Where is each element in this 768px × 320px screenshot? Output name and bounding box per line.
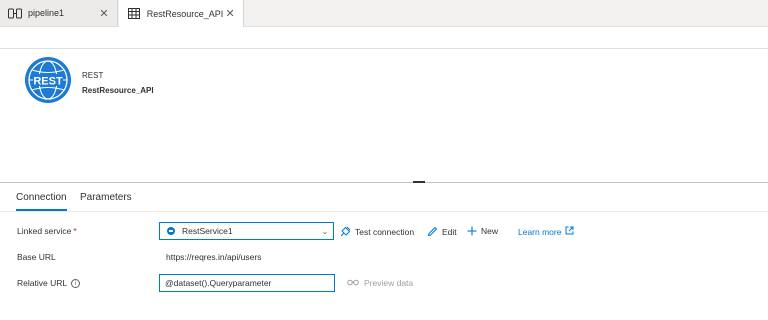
logo-text: REST <box>33 76 63 88</box>
tab-label: RestResource_API <box>146 8 224 19</box>
preview-data-label: Preview data <box>364 278 414 288</box>
pencil-icon <box>427 226 438 237</box>
tab-parameters[interactable]: Parameters <box>80 192 132 203</box>
property-tabs: Connection Parameters <box>0 186 768 212</box>
tab-connection[interactable]: Connection <box>16 192 67 211</box>
panel-splitter[interactable] <box>0 182 768 183</box>
linked-service-dropdown[interactable]: RestService1 ⌄ <box>159 222 334 240</box>
tab-label: pipeline1 <box>28 8 65 18</box>
plus-icon <box>467 226 477 236</box>
glasses-icon <box>347 278 359 288</box>
test-connection-button[interactable]: Test connection <box>340 226 414 237</box>
external-link-icon <box>565 226 574 237</box>
base-url-value: https://reqres.in/api/users <box>166 252 262 262</box>
linked-service-value: RestService1 <box>182 226 233 236</box>
dataset-name: RestResource_API <box>82 86 154 95</box>
tab-bar: pipeline1 ✕ RestResource_API ✕ <box>0 0 768 27</box>
required-mark: * <box>73 226 77 236</box>
edit-button[interactable]: Edit <box>427 226 457 237</box>
dataset-type: REST <box>82 71 104 80</box>
linked-service-label-text: Linked service <box>17 226 72 236</box>
relative-url-label: Relative URL i <box>17 278 81 289</box>
close-icon[interactable]: ✕ <box>97 7 111 20</box>
linked-service-label: Linked service * <box>17 226 77 236</box>
test-connection-label: Test connection <box>355 226 415 237</box>
pipeline-icon <box>8 7 22 19</box>
learn-more-link[interactable]: Learn more <box>518 226 574 237</box>
tab-pipeline1[interactable]: pipeline1 ✕ <box>0 0 118 26</box>
linked-service-icon <box>167 227 175 235</box>
toolbar <box>0 27 768 49</box>
relative-url-input[interactable] <box>159 274 335 292</box>
tab-restresource-api[interactable]: RestResource_API ✕ <box>119 0 244 27</box>
relative-url-label-text: Relative URL <box>17 278 68 288</box>
splitter-handle[interactable] <box>413 181 425 183</box>
close-icon[interactable]: ✕ <box>223 7 237 20</box>
base-url-label: Base URL <box>17 252 56 262</box>
new-label: New <box>481 226 499 236</box>
preview-data-button[interactable]: Preview data <box>347 278 413 288</box>
learn-more-label: Learn more <box>518 226 562 237</box>
test-connection-icon <box>340 226 351 237</box>
edit-label: Edit <box>442 226 457 237</box>
dataset-table-icon <box>127 8 141 20</box>
chevron-down-icon: ⌄ <box>321 226 329 236</box>
new-button[interactable]: New <box>467 226 498 236</box>
rest-logo-icon: REST <box>24 56 72 104</box>
info-icon[interactable]: i <box>71 279 81 289</box>
